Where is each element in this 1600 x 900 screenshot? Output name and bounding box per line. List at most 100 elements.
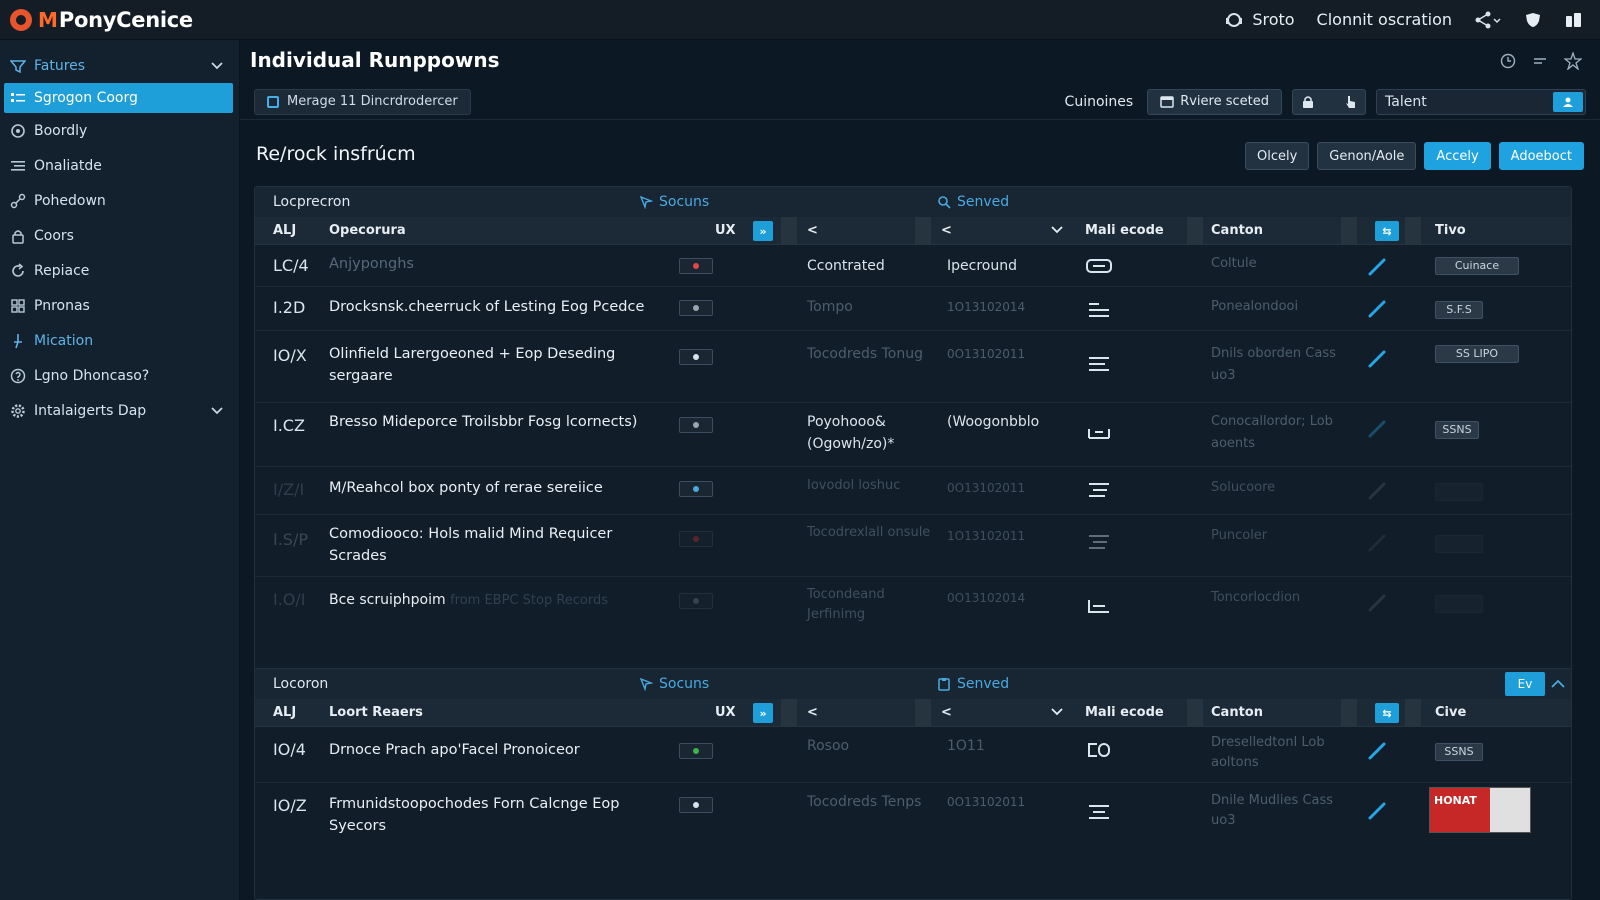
- topbar-item-connect[interactable]: Clonnit oscration: [1317, 10, 1452, 29]
- action-button-2[interactable]: Genon/Aole: [1317, 142, 1417, 170]
- brand[interactable]: M PonyCenice: [0, 8, 300, 32]
- table-row[interactable]: IO/X Olinfield Larergoeoned + Eop Desedi…: [255, 331, 1571, 403]
- export-button[interactable]: Ev: [1505, 672, 1545, 696]
- col-all[interactable]: ALJ: [273, 705, 296, 720]
- col-description[interactable]: Loort Reaers: [329, 705, 423, 720]
- chevron-down-icon[interactable]: [1051, 705, 1063, 720]
- col-content[interactable]: Canton: [1211, 705, 1263, 720]
- edit-icon[interactable]: [1367, 255, 1389, 277]
- sources-tag[interactable]: Socuns: [639, 194, 709, 210]
- user-icon[interactable]: [1553, 91, 1583, 112]
- row-time-badge[interactable]: Cuinace: [1435, 257, 1519, 275]
- mail-icon[interactable]: [1085, 533, 1113, 551]
- sidebar-item-onaliatde[interactable]: Onaliatde: [0, 148, 239, 183]
- sidebar-item-mication[interactable]: Mication: [0, 323, 239, 358]
- chevron-left-icon[interactable]: <: [941, 223, 952, 238]
- sidebar-item-intelligence[interactable]: Intalaigerts Dap: [0, 393, 239, 428]
- sources-tag[interactable]: Socuns: [639, 676, 709, 692]
- mail-icon[interactable]: [1085, 741, 1113, 759]
- sidebar-item-features[interactable]: Fatures: [0, 48, 239, 83]
- col-mail[interactable]: Mali ecode: [1085, 223, 1164, 238]
- col-ux[interactable]: UX: [715, 223, 736, 238]
- mail-icon[interactable]: [1085, 423, 1113, 441]
- sidebar-item-repiace[interactable]: Repiace: [0, 253, 239, 288]
- chevron-up-icon[interactable]: [1551, 679, 1565, 689]
- chevron-down-icon[interactable]: [211, 58, 223, 74]
- shield-icon[interactable]: [1524, 11, 1542, 29]
- mail-icon[interactable]: [1085, 355, 1113, 373]
- share-icon[interactable]: [1474, 11, 1502, 29]
- tools-button[interactable]: [1292, 88, 1366, 115]
- sidebar-item-coors[interactable]: Coors: [0, 218, 239, 253]
- row-time-badge[interactable]: S.F.S: [1435, 301, 1483, 319]
- chevron-down-icon[interactable]: [1051, 223, 1063, 238]
- sidebar-item-sgrogon-coorg[interactable]: Sgrogon Coorg: [4, 83, 233, 113]
- table-row[interactable]: I.O/I Bce scruiphpoim from EBPC Stop Rec…: [255, 577, 1571, 635]
- row-time-badge[interactable]: SSNS: [1435, 421, 1479, 439]
- star-icon[interactable]: [1564, 52, 1582, 70]
- row-time-badge[interactable]: [1435, 483, 1483, 501]
- clock-icon[interactable]: [1500, 52, 1516, 70]
- sidebar-item-pohedown[interactable]: Pohedown: [0, 183, 239, 218]
- table-row[interactable]: I.S/P Comodiooco: Hols malid Mind Requic…: [255, 515, 1571, 577]
- table-row[interactable]: IO/4 Drnoce Prach apo'Facel Pronoiceor R…: [255, 727, 1571, 783]
- table-row[interactable]: LC/4 Anjyponghs Ccontrated Ipecround Col…: [255, 245, 1571, 287]
- ux-badge: [679, 300, 713, 316]
- served-tag[interactable]: Senved: [937, 194, 1009, 210]
- row-time-badge[interactable]: [1435, 535, 1483, 553]
- col-mail[interactable]: Mali ecode: [1085, 705, 1164, 720]
- review-button[interactable]: Rviere sceted: [1147, 88, 1282, 115]
- sidebar-item-boordly[interactable]: Boordly: [0, 113, 239, 148]
- column-divider: [781, 699, 797, 727]
- mail-icon[interactable]: [1085, 257, 1113, 275]
- edit-icon[interactable]: [1367, 417, 1389, 439]
- mail-icon[interactable]: [1085, 301, 1113, 319]
- edit-icon[interactable]: [1367, 591, 1389, 613]
- action-button-4[interactable]: Adoeboct: [1498, 142, 1584, 170]
- mail-icon[interactable]: [1085, 803, 1113, 821]
- edit-icon[interactable]: [1367, 739, 1389, 761]
- action-button-1[interactable]: Olcely: [1244, 142, 1310, 170]
- minimize-icon[interactable]: [1532, 52, 1548, 70]
- filter-toggle-icon[interactable]: ⇆: [1375, 703, 1399, 723]
- sidebar-item-label: Pohedown: [34, 192, 106, 209]
- filter-toggle-icon[interactable]: ⇆: [1375, 221, 1399, 241]
- col-ux[interactable]: UX: [715, 705, 736, 720]
- chevron-left-icon[interactable]: <: [807, 223, 818, 238]
- table-row[interactable]: I/Z/I M/Reahcol box ponty of rerae serei…: [255, 467, 1571, 515]
- edit-icon[interactable]: [1367, 479, 1389, 501]
- col-all[interactable]: ALJ: [273, 223, 296, 238]
- thumbnail-image[interactable]: HONAT: [1429, 787, 1531, 833]
- chevron-left-icon[interactable]: <: [807, 705, 818, 720]
- served-tag[interactable]: Senved: [937, 676, 1009, 692]
- mail-icon[interactable]: [1085, 481, 1113, 499]
- col-time[interactable]: Tivo: [1435, 223, 1466, 238]
- merge-chip[interactable]: Merage 11 Dincrdrodercer: [254, 88, 471, 115]
- table-row[interactable]: I.CZ Bresso Mideporce Troilsbbr Fosg lco…: [255, 403, 1571, 467]
- edit-icon[interactable]: [1367, 531, 1389, 553]
- row-time-badge[interactable]: SSNS: [1435, 743, 1483, 761]
- col-time[interactable]: Cive: [1435, 705, 1466, 720]
- edit-icon[interactable]: [1367, 297, 1389, 319]
- chevron-down-icon[interactable]: [211, 403, 223, 419]
- table-row[interactable]: IO/Z Frmunidstoopochodes Forn Calcnge Eo…: [255, 783, 1571, 843]
- action-button-3[interactable]: Accely: [1424, 142, 1491, 170]
- talent-input[interactable]: Talent: [1376, 88, 1586, 115]
- sidebar-item-help[interactable]: Lgno Dhoncaso?: [0, 358, 239, 393]
- table-row[interactable]: I.2D Drocksnsk.cheerruck of Lesting Eog …: [255, 287, 1571, 331]
- sidebar-item-pnronas[interactable]: Pnronas: [0, 288, 239, 323]
- row-time-badge[interactable]: [1435, 595, 1483, 613]
- row-description: Drnoce Prach apo'Facel Pronoiceor: [329, 742, 580, 758]
- mail-icon[interactable]: [1085, 597, 1113, 615]
- row-time-badge[interactable]: SS LIPO: [1435, 345, 1519, 363]
- sidebar-item-label: Fatures: [34, 57, 86, 74]
- col-content[interactable]: Canton: [1211, 223, 1263, 238]
- edit-icon[interactable]: [1367, 799, 1389, 821]
- user-panel-icon[interactable]: [1564, 11, 1584, 29]
- chevron-left-icon[interactable]: <: [941, 705, 952, 720]
- topbar-item-support[interactable]: Sroto: [1224, 10, 1295, 29]
- ux-sort-icon[interactable]: »: [753, 221, 773, 241]
- ux-sort-icon[interactable]: »: [753, 703, 773, 723]
- col-description[interactable]: Opecorura: [329, 223, 406, 238]
- edit-icon[interactable]: [1367, 347, 1389, 369]
